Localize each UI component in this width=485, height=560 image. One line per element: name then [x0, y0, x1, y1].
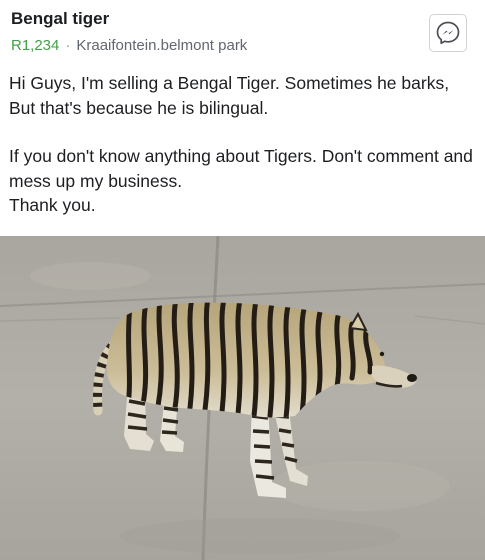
listing-title: Bengal tiger: [11, 9, 110, 28]
description-paragraph: If you don't know anything about Tigers.…: [9, 146, 473, 215]
messenger-icon: [436, 21, 460, 45]
description-paragraph: Hi Guys, I'm selling a Bengal Tiger. Som…: [9, 73, 450, 118]
meta-separator: ·: [65, 37, 71, 54]
listing-description: Hi Guys, I'm selling a Bengal Tiger. Som…: [9, 71, 474, 218]
listing-photo[interactable]: [0, 236, 485, 560]
listing-meta: R1,234 · Kraaifontein.belmont park: [11, 37, 247, 54]
listing-location[interactable]: Kraaifontein.belmont park: [76, 37, 247, 54]
listing-price: R1,234: [11, 37, 60, 54]
message-seller-button[interactable]: [429, 14, 467, 52]
listing-header: Bengal tiger R1,234 · Kraaifontein.belmont…: [0, 0, 485, 60]
